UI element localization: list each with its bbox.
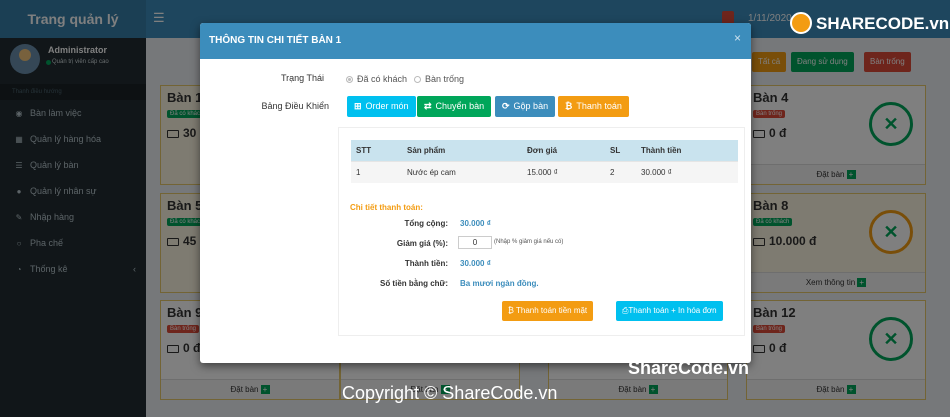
column-header: Đơn giá [522,140,605,161]
table-row[interactable]: 1 Nước ép cam 15.000 ₫ 2 30.000 ₫ [351,160,738,183]
bitcoin-icon: ₿ [565,101,573,111]
logo-text: SHARECODE.vn [816,14,950,33]
refresh-icon: ⟳ [502,101,510,111]
table-detail-modal: THÔNG TIN CHI TIẾT BÀN 1 × Trạng Thái Đã… [200,23,751,363]
copyright-watermark: Copyright © ShareCode.vn [342,383,558,403]
cell-unit-price: 15.000 ₫ [522,160,605,183]
merge-table-button[interactable]: ⟳ Gộp bàn [495,96,556,117]
close-icon[interactable]: × [734,31,741,45]
modal-title: THÔNG TIN CHI TIẾT BÀN 1 [209,35,342,46]
plus-square-icon: ⊞ [354,101,362,111]
payment-button[interactable]: ₿ Thanh toán [558,96,629,117]
amount-in-words-value: Ba mươi ngàn đồng. [460,279,539,288]
amount-in-words-label: Số tiền bằng chữ: [379,279,448,288]
pay-cash-button[interactable]: ₿ Thanh toán tiền mặt [502,301,594,321]
table-header-row: STT Sản phẩm Đơn giá SL Thành tiền [351,140,738,161]
column-header: SL [605,140,636,161]
status-label: Trạng Thái [280,73,324,83]
final-amount-value: 30.000 ₫ [460,259,491,268]
order-items-table: STT Sản phẩm Đơn giá SL Thành tiền 1 Nướ… [351,140,738,183]
sharecode-logo: SHARECODE.vn [790,12,949,34]
discount-input[interactable]: 0 [458,236,492,249]
transfer-table-button[interactable]: ⇄ Chuyển bàn [417,96,492,117]
pay-and-print-button[interactable]: ⎙Thanh toán + In hóa đơn [616,301,723,321]
logo-ball-icon [790,12,812,34]
control-label: Bảng Điều Khiển [261,101,329,111]
discount-label: Giảm giá (%): [396,239,448,248]
watermark-text: ShareCode.vn [628,358,750,378]
column-header: STT [351,140,402,161]
radio-unselected-icon [414,76,421,83]
column-header: Thành tiền [636,140,738,161]
column-header: Sản phẩm [402,140,522,161]
bitcoin-icon: ₿ [508,306,516,315]
radio-selected-icon [346,76,353,83]
cell-line-total: 30.000 ₫ [636,160,738,183]
final-amount-label: Thành tiền: [404,259,448,268]
radio-empty[interactable]: Bàn trống [414,74,464,84]
cell-product: Nước ép cam [402,160,522,183]
exchange-icon: ⇄ [424,101,432,111]
modal-header: THÔNG TIN CHI TIẾT BÀN 1 × [200,23,751,59]
cell-index: 1 [351,160,402,183]
total-value: 30.000 ₫ [460,219,491,228]
order-button[interactable]: ⊞ Order món [347,96,416,117]
cell-quantity: 2 [605,160,636,183]
total-label: Tổng cộng: [404,219,448,228]
discount-hint: (Nhập % giảm giá nếu có) [494,239,564,245]
radio-has-guest[interactable]: Đã có khách [346,74,407,84]
payment-heading: Chi tiết thanh toán: [350,203,423,212]
